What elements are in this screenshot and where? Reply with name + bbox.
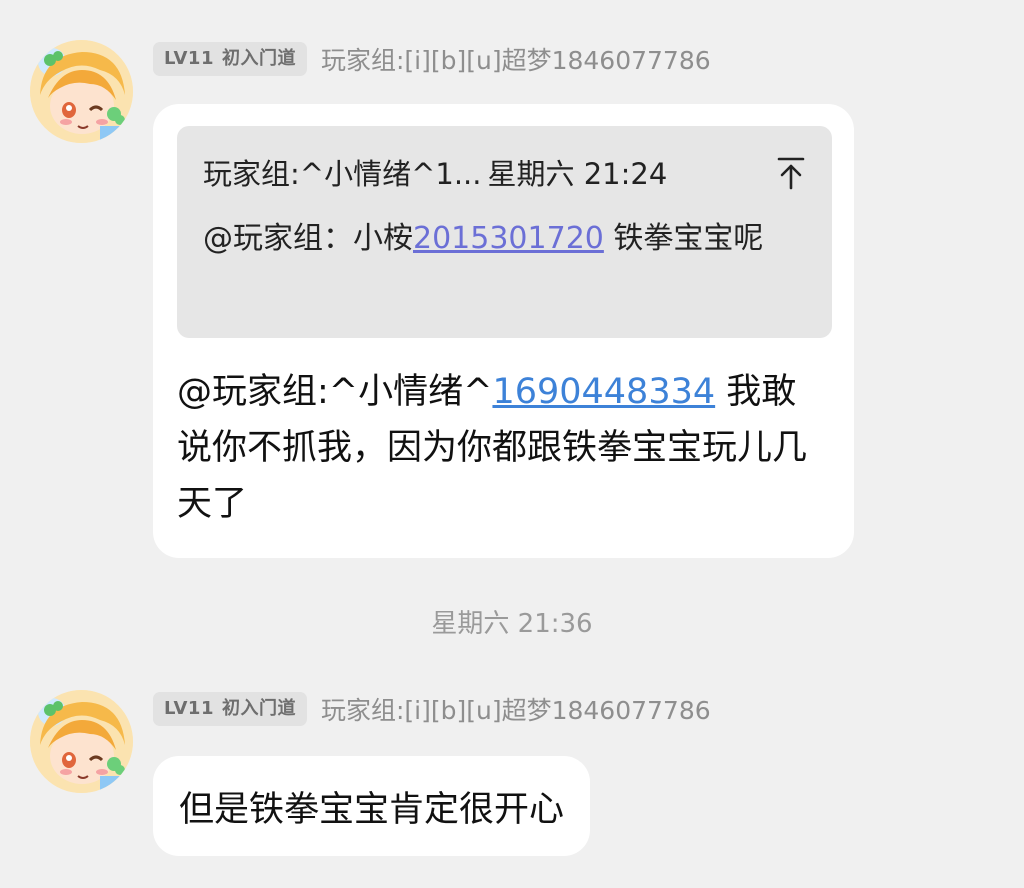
sender-avatar[interactable] <box>30 690 133 793</box>
avatar-image <box>30 40 133 143</box>
rank-label: 初入门道 <box>221 698 296 719</box>
sender-line: LV11 初入门道 玩家组:[i][b][u]超梦1846077786 <box>153 691 711 727</box>
sender-line: LV11 初入门道 玩家组:[i][b][u]超梦1846077786 <box>153 41 711 77</box>
quote-mention-prefix: @玩家组：小桉 <box>203 221 413 256</box>
quoted-message[interactable]: 玩家组:^小情绪^1... 星期六 21:24 @玩家组：小桉2015301720… <box>177 126 832 338</box>
avatar-image <box>30 690 133 793</box>
quote-time: 星期六 21:24 <box>487 157 668 191</box>
quote-mention-number-link[interactable]: 2015301720 <box>413 221 604 256</box>
message-bubble[interactable]: 玩家组:^小情绪^1... 星期六 21:24 @玩家组：小桉2015301720… <box>153 104 854 558</box>
quote-sender: 玩家组:^小情绪^1... <box>203 157 482 191</box>
arrow-up-to-top-icon[interactable] <box>776 156 806 190</box>
message-bubble[interactable]: 但是铁拳宝宝肯定很开心 <box>153 756 591 856</box>
level-badge: LV11 初入门道 <box>153 42 307 76</box>
mention-prefix: @玩家组:^小情绪^ <box>177 372 493 412</box>
sender-name[interactable]: 玩家组:[i][b][u]超梦1846077786 <box>321 691 711 727</box>
quote-body: @玩家组：小桉2015301720 铁拳宝宝呢 <box>203 212 813 266</box>
sender-name[interactable]: 玩家组:[i][b][u]超梦1846077786 <box>321 41 711 77</box>
quote-header: 玩家组:^小情绪^1... 星期六 21:24 <box>203 154 806 194</box>
mention-number-link[interactable]: 1690448334 <box>492 372 715 412</box>
quote-text: 铁拳宝宝呢 <box>603 221 764 256</box>
level-label: LV11 <box>164 48 214 69</box>
level-label: LV11 <box>164 698 214 719</box>
level-badge: LV11 初入门道 <box>153 692 307 726</box>
message-text: 但是铁拳宝宝肯定很开心 <box>179 789 565 830</box>
sender-avatar[interactable] <box>30 40 133 143</box>
message-text: @玩家组:^小情绪^1690448334 我敢说你不抓我，因为你都跟铁拳宝宝玩儿… <box>177 364 825 532</box>
timestamp-divider: 星期六 21:36 <box>431 609 593 639</box>
rank-label: 初入门道 <box>221 48 296 69</box>
